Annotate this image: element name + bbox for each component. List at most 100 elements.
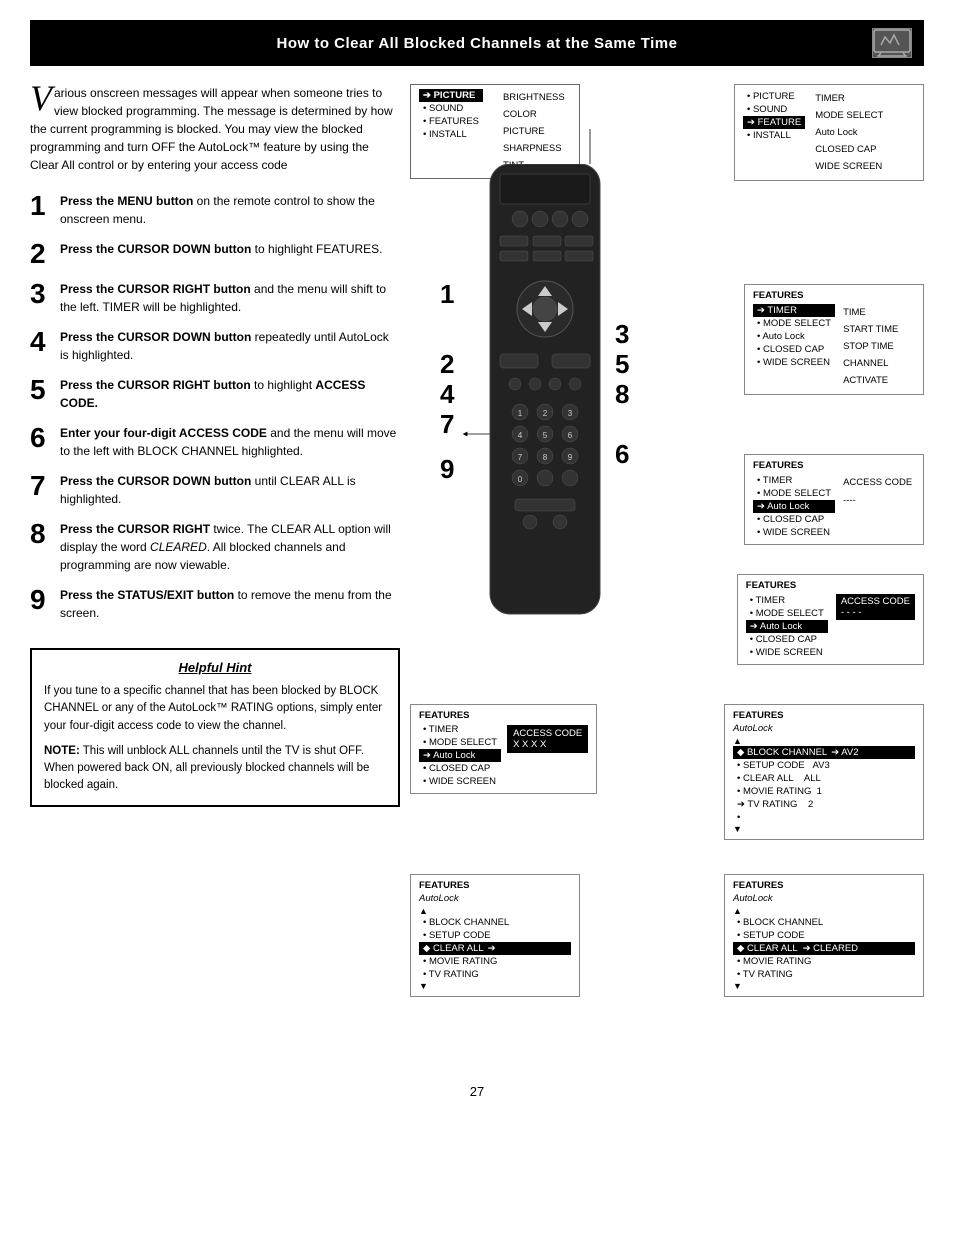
ft-wide: • WIDE SCREEN xyxy=(753,356,835,369)
step-3: 3 Press the CURSOR RIGHT button and the … xyxy=(30,280,400,316)
fxx-autolock-hl: ➔ Auto Lock xyxy=(419,749,501,762)
fbc-down: ▼ xyxy=(733,824,915,834)
features-block-channel-menu: FEATURES AutoLock ▲ ◆ BLOCK CHANNEL ➔ AV… xyxy=(724,704,924,840)
step-3-bold: Press the CURSOR RIGHT button xyxy=(60,282,251,296)
fa-timer: • TIMER xyxy=(753,474,835,487)
hint-title: Helpful Hint xyxy=(44,660,386,675)
fxx-closed: • CLOSED CAP xyxy=(419,762,501,775)
step-num-7-overlay: 7 xyxy=(440,409,454,440)
menu-right-items: BRIGHTNESSCOLORPICTURESHARPNESSTINT xyxy=(503,89,565,174)
fae-wide: • WIDE SCREEN xyxy=(746,646,828,659)
step-num-4-overlay: 4 xyxy=(440,379,454,410)
step-9-number: 9 xyxy=(30,586,52,614)
step-6-text: Enter your four-digit ACCESS CODE and th… xyxy=(60,424,400,460)
fxx-code-box: ACCESS CODEX X X X xyxy=(507,725,588,753)
step-8-bold: Press the CURSOR RIGHT xyxy=(60,522,210,536)
ft-timer-hl: ➔ TIMER xyxy=(753,304,835,317)
fcl-setup: • SETUP CODE xyxy=(733,929,915,942)
svg-text:6: 6 xyxy=(568,431,573,440)
fcl-down: ▼ xyxy=(733,981,915,991)
feature-menu-1: • PICTURE • SOUND ➔ FEATURE • INSTALL TI… xyxy=(734,84,924,181)
page: How to Clear All Blocked Channels at the… xyxy=(0,0,954,1235)
step-8-em: CLEARED xyxy=(150,540,207,554)
fcl-subtitle: AutoLock xyxy=(733,893,915,904)
step-1-text: Press the MENU button on the remote cont… xyxy=(60,192,400,228)
fca-movie: • MOVIE RATING xyxy=(419,955,571,968)
ft-closed: • CLOSED CAP xyxy=(753,343,835,356)
fbc-movie: • MOVIE RATING 1 xyxy=(733,785,915,798)
svg-text:1: 1 xyxy=(518,409,523,418)
step-4-number: 4 xyxy=(30,328,52,356)
fa-title: FEATURES xyxy=(753,460,915,471)
svg-text:3: 3 xyxy=(568,409,573,418)
ft-autolock: • Auto Lock xyxy=(753,330,835,343)
hint-box: Helpful Hint If you tune to a specific c… xyxy=(30,648,400,807)
menu-picture-highlight: ➔ PICTURE xyxy=(419,89,483,102)
step-2: 2 Press the CURSOR DOWN button to highli… xyxy=(30,240,400,268)
fae-title: FEATURES xyxy=(746,580,915,591)
fxx-wide: • WIDE SCREEN xyxy=(419,775,501,788)
fm1-feature-highlight: ➔ FEATURE xyxy=(743,116,805,129)
fm1-sound: • SOUND xyxy=(743,103,805,116)
hint-note: NOTE: This will unblock ALL channels unt… xyxy=(44,743,386,795)
fm1-picture: • PICTURE xyxy=(743,90,805,103)
step-7-bold: Press the CURSOR DOWN button xyxy=(60,474,251,488)
remote-container: 1 2 3 4 5 6 7 8 xyxy=(465,164,625,649)
step-1-bold: Press the MENU button xyxy=(60,194,193,208)
step-2-number: 2 xyxy=(30,240,52,268)
fca-clearall-hl: ◆ CLEAR ALL ➔ xyxy=(419,942,571,955)
fxx-mode: • MODE SELECT xyxy=(419,736,501,749)
fca-down: ▼ xyxy=(419,981,571,991)
hint-text: If you tune to a specific channel that h… xyxy=(44,683,386,735)
step-8: 8 Press the CURSOR RIGHT twice. The CLEA… xyxy=(30,520,400,574)
features-cleared-menu: FEATURES AutoLock ▲ • BLOCK CHANNEL • SE… xyxy=(724,874,924,997)
step-9-text: Press the STATUS/EXIT button to remove t… xyxy=(60,586,400,622)
title-icon xyxy=(872,28,912,58)
fca-setup: • SETUP CODE xyxy=(419,929,571,942)
fxx-title: FEATURES xyxy=(419,710,588,721)
step-1-number: 1 xyxy=(30,192,52,220)
intro-body: arious onscreen messages will appear whe… xyxy=(30,86,393,172)
fcl-block: • BLOCK CHANNEL xyxy=(733,916,915,929)
step-9: 9 Press the STATUS/EXIT button to remove… xyxy=(30,586,400,622)
fae-closed: • CLOSED CAP xyxy=(746,633,828,646)
fcl-tv: • TV RATING xyxy=(733,968,915,981)
fca-up: ▲ xyxy=(419,906,571,916)
svg-text:8: 8 xyxy=(543,453,548,462)
fcl-clearall-hl: ◆ CLEAR ALL ➔ CLEARED xyxy=(733,942,915,955)
step-1: 1 Press the MENU button on the remote co… xyxy=(30,192,400,228)
fa-mode: • MODE SELECT xyxy=(753,487,835,500)
svg-text:7: 7 xyxy=(518,453,523,462)
fae-access-box: ACCESS CODE- - - - xyxy=(836,594,915,620)
main-content: V arious onscreen messages will appear w… xyxy=(30,84,924,1064)
fbc-block-hl: ◆ BLOCK CHANNEL ➔ AV2 xyxy=(733,746,915,759)
fca-title: FEATURES xyxy=(419,880,571,891)
svg-text:4: 4 xyxy=(518,431,523,440)
fae-timer: • TIMER xyxy=(746,594,828,607)
svg-text:2: 2 xyxy=(543,409,548,418)
step-3-text: Press the CURSOR RIGHT button and the me… xyxy=(60,280,400,316)
fm1-right: TIMERMODE SELECTAuto LockCLOSED CAPWIDE … xyxy=(815,90,883,175)
ft-mode: • MODE SELECT xyxy=(753,317,835,330)
step-num-1-overlay: 1 xyxy=(440,279,454,310)
step-9-bold: Press the STATUS/EXIT button xyxy=(60,588,234,602)
svg-text:0: 0 xyxy=(518,475,523,484)
fa-right: ACCESS CODE---- xyxy=(843,474,912,539)
menu-install: • INSTALL xyxy=(419,128,483,141)
features-access-menu: FEATURES • TIMER • MODE SELECT ➔ Auto Lo… xyxy=(744,454,924,545)
fbc-setup: • SETUP CODE AV3 xyxy=(733,759,915,772)
intro-text: V arious onscreen messages will appear w… xyxy=(30,84,400,174)
fca-subtitle: AutoLock xyxy=(419,893,571,904)
left-column: V arious onscreen messages will appear w… xyxy=(30,84,400,1064)
step-5-number: 5 xyxy=(30,376,52,404)
step-4-bold: Press the CURSOR DOWN button xyxy=(60,330,251,344)
fbc-tv: ➔ TV RATING 2 xyxy=(733,798,915,811)
features-timer-menu: FEATURES ➔ TIMER • MODE SELECT • Auto Lo… xyxy=(744,284,924,395)
fbc-dot: • xyxy=(733,811,915,824)
fcl-movie: • MOVIE RATING xyxy=(733,955,915,968)
step-5: 5 Press the CURSOR RIGHT button to highl… xyxy=(30,376,400,412)
step-2-bold: Press the CURSOR DOWN button xyxy=(60,242,251,256)
step-num-2-overlay: 2 xyxy=(440,349,454,380)
menu-features: • FEATURES xyxy=(419,115,483,128)
svg-text:9: 9 xyxy=(568,453,573,462)
